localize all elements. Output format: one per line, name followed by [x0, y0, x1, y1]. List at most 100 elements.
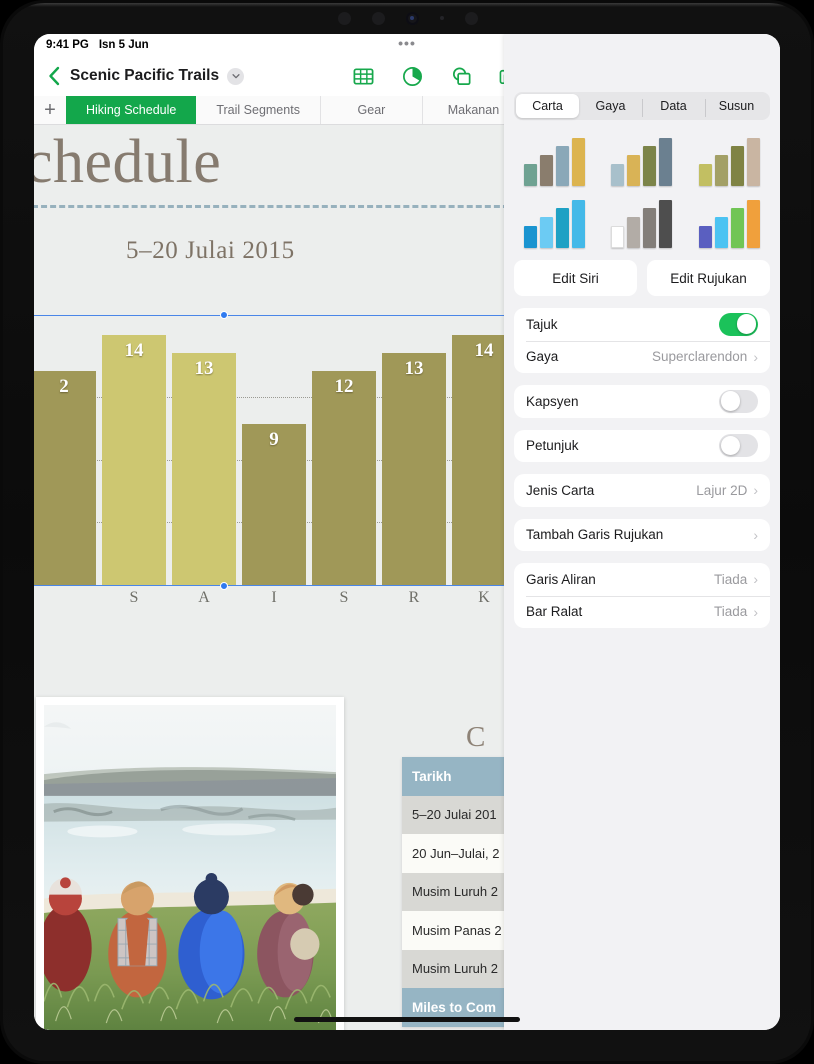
style-preview-bar: [643, 146, 657, 186]
photo-image: [44, 705, 336, 1030]
title-style-group: Tajuk Gaya Superclarendon ›: [514, 308, 770, 373]
chart-x-tick-label: I: [271, 589, 277, 606]
reference-line-group: Tambah Garis Rujukan ›: [514, 518, 770, 552]
row-label-jenis-carta: Jenis Carta: [526, 482, 595, 498]
row-tajuk[interactable]: Tajuk: [514, 308, 770, 341]
style-preview-bar: [746, 200, 760, 248]
style-preview-bar: [572, 138, 586, 186]
chart-x-tick-label: S: [129, 589, 139, 606]
chart-style-option[interactable]: [687, 134, 772, 190]
chart-bar-value-label: 13: [194, 357, 214, 379]
style-preview-bar: [714, 155, 728, 186]
chart-bar[interactable]: 12: [312, 370, 376, 585]
camera-flash-icon: [464, 11, 478, 25]
decorative-divider: [34, 205, 518, 208]
sheet-tab-hiking-schedule[interactable]: Hiking Schedule: [66, 96, 197, 124]
legend-group: Petunjuk: [514, 429, 770, 463]
tab-carta[interactable]: Carta: [516, 94, 579, 118]
home-indicator[interactable]: [294, 1017, 520, 1022]
status-date: Isn 5 Jun: [98, 39, 149, 51]
chart-bar[interactable]: 9: [242, 424, 306, 585]
row-petunjuk[interactable]: Petunjuk: [514, 430, 770, 463]
edit-series-button[interactable]: Edit Siri: [514, 260, 637, 296]
document-subtitle: 5–20 Julai 2015: [126, 237, 295, 264]
chevron-down-icon[interactable]: [227, 67, 245, 85]
style-preview-bar: [627, 155, 641, 186]
chart-bar[interactable]: 13: [382, 352, 446, 585]
edit-reference-button[interactable]: Edit Rujukan: [647, 260, 770, 296]
document-photo[interactable]: [36, 697, 344, 1030]
chart-style-option[interactable]: [687, 196, 772, 252]
style-preview-bar: [659, 200, 673, 248]
shape-icon[interactable]: [450, 65, 473, 88]
chart-bar-value-label: 12: [334, 375, 354, 397]
style-preview-bar: [698, 226, 712, 248]
style-preview-bar: [611, 164, 625, 186]
table-icon[interactable]: [352, 65, 375, 88]
chart-x-tick-label: [34, 589, 96, 617]
page-title[interactable]: Scenic Pacific Trails: [70, 67, 219, 85]
style-preview-bar: [524, 164, 538, 186]
style-preview-bar: [611, 226, 625, 248]
row-kapsyen[interactable]: Kapsyen: [514, 385, 770, 418]
document-table-title: C: [466, 721, 486, 753]
chart-style-grid: [512, 134, 772, 252]
style-preview-bar: [659, 138, 673, 186]
chart-bar[interactable]: 2: [34, 370, 96, 585]
row-label-gaya: Gaya: [526, 349, 559, 365]
chart-x-tick-label: S: [339, 589, 349, 606]
row-garis-aliran[interactable]: Garis Aliran Tiada ›: [514, 563, 770, 596]
chart-bar[interactable]: 14: [102, 334, 166, 585]
bar-chart[interactable]: 2 14 13 9 12 13 14 SAISRK: [34, 311, 516, 606]
row-gaya[interactable]: Gaya Superclarendon ›: [514, 340, 770, 374]
chart-style-option[interactable]: [599, 134, 684, 190]
camera-array: [328, 5, 488, 31]
chart-style-option[interactable]: [512, 196, 597, 252]
chart-bar-value-label: 13: [404, 357, 424, 379]
ipad-device-frame: 9:41 PG Isn 5 Jun ••• 100% Scenic Pacifi…: [0, 0, 814, 1064]
toggle-tajuk[interactable]: [719, 312, 758, 336]
style-preview-bar: [556, 146, 570, 186]
chart-icon[interactable]: [401, 65, 424, 88]
row-value-bar-ralat: Tiada: [714, 604, 748, 620]
chart-style-option[interactable]: [512, 134, 597, 190]
sheet-tab-trail-segments[interactable]: Trail Segments: [196, 96, 321, 124]
multitask-dots-indicator[interactable]: •••: [398, 35, 416, 51]
chart-bar-value-label: 9: [269, 429, 279, 451]
inspector-button-row: Edit Siri Edit Rujukan: [514, 260, 770, 296]
back-button[interactable]: [44, 64, 64, 88]
row-value-gaya: Superclarendon: [652, 349, 748, 365]
tab-susun[interactable]: Susun: [705, 94, 768, 118]
tab-data[interactable]: Data: [642, 94, 705, 118]
chart-style-option[interactable]: [599, 196, 684, 252]
camera-lens-ultrawide-icon: [372, 11, 386, 25]
chart-plot-area: 2 14 13 9 12 13 14: [34, 317, 516, 585]
selection-border-top: [34, 315, 516, 316]
style-preview-bar: [714, 217, 728, 248]
chart-bar[interactable]: 13: [172, 352, 236, 585]
style-preview-bar: [730, 146, 744, 186]
chart-bar-value-label: 2: [59, 375, 69, 397]
add-sheet-button[interactable]: +: [34, 96, 66, 124]
style-preview-bar: [540, 155, 554, 186]
chevron-right-icon: ›: [753, 348, 758, 365]
caption-group: Kapsyen: [514, 385, 770, 418]
chart-x-tick-label: R: [408, 589, 420, 606]
camera-lens-wide-icon: [338, 11, 352, 25]
chevron-right-icon: ›: [753, 526, 758, 543]
row-value-garis-aliran: Tiada: [714, 571, 748, 587]
tab-gaya[interactable]: Gaya: [579, 94, 642, 118]
row-jenis-carta[interactable]: Jenis Carta Lajur 2D ›: [514, 474, 770, 507]
sheet-tab-gear[interactable]: Gear: [321, 96, 423, 124]
toggle-kapsyen[interactable]: [719, 389, 758, 413]
row-bar-ralat[interactable]: Bar Ralat Tiada ›: [514, 595, 770, 629]
toggle-petunjuk[interactable]: [719, 434, 758, 458]
ipad-screen: 9:41 PG Isn 5 Jun ••• 100% Scenic Pacifi…: [34, 34, 780, 1030]
chart-x-tick-label: A: [198, 589, 210, 606]
chart-bar-value-label: 14: [474, 339, 494, 361]
style-preview-bar: [556, 208, 570, 248]
style-preview-bar: [572, 200, 586, 248]
row-label-tajuk: Tajuk: [526, 316, 558, 332]
row-label-tambah-garis-rujukan: Tambah Garis Rujukan: [526, 527, 664, 543]
row-tambah-garis-rujukan[interactable]: Tambah Garis Rujukan ›: [514, 519, 770, 552]
